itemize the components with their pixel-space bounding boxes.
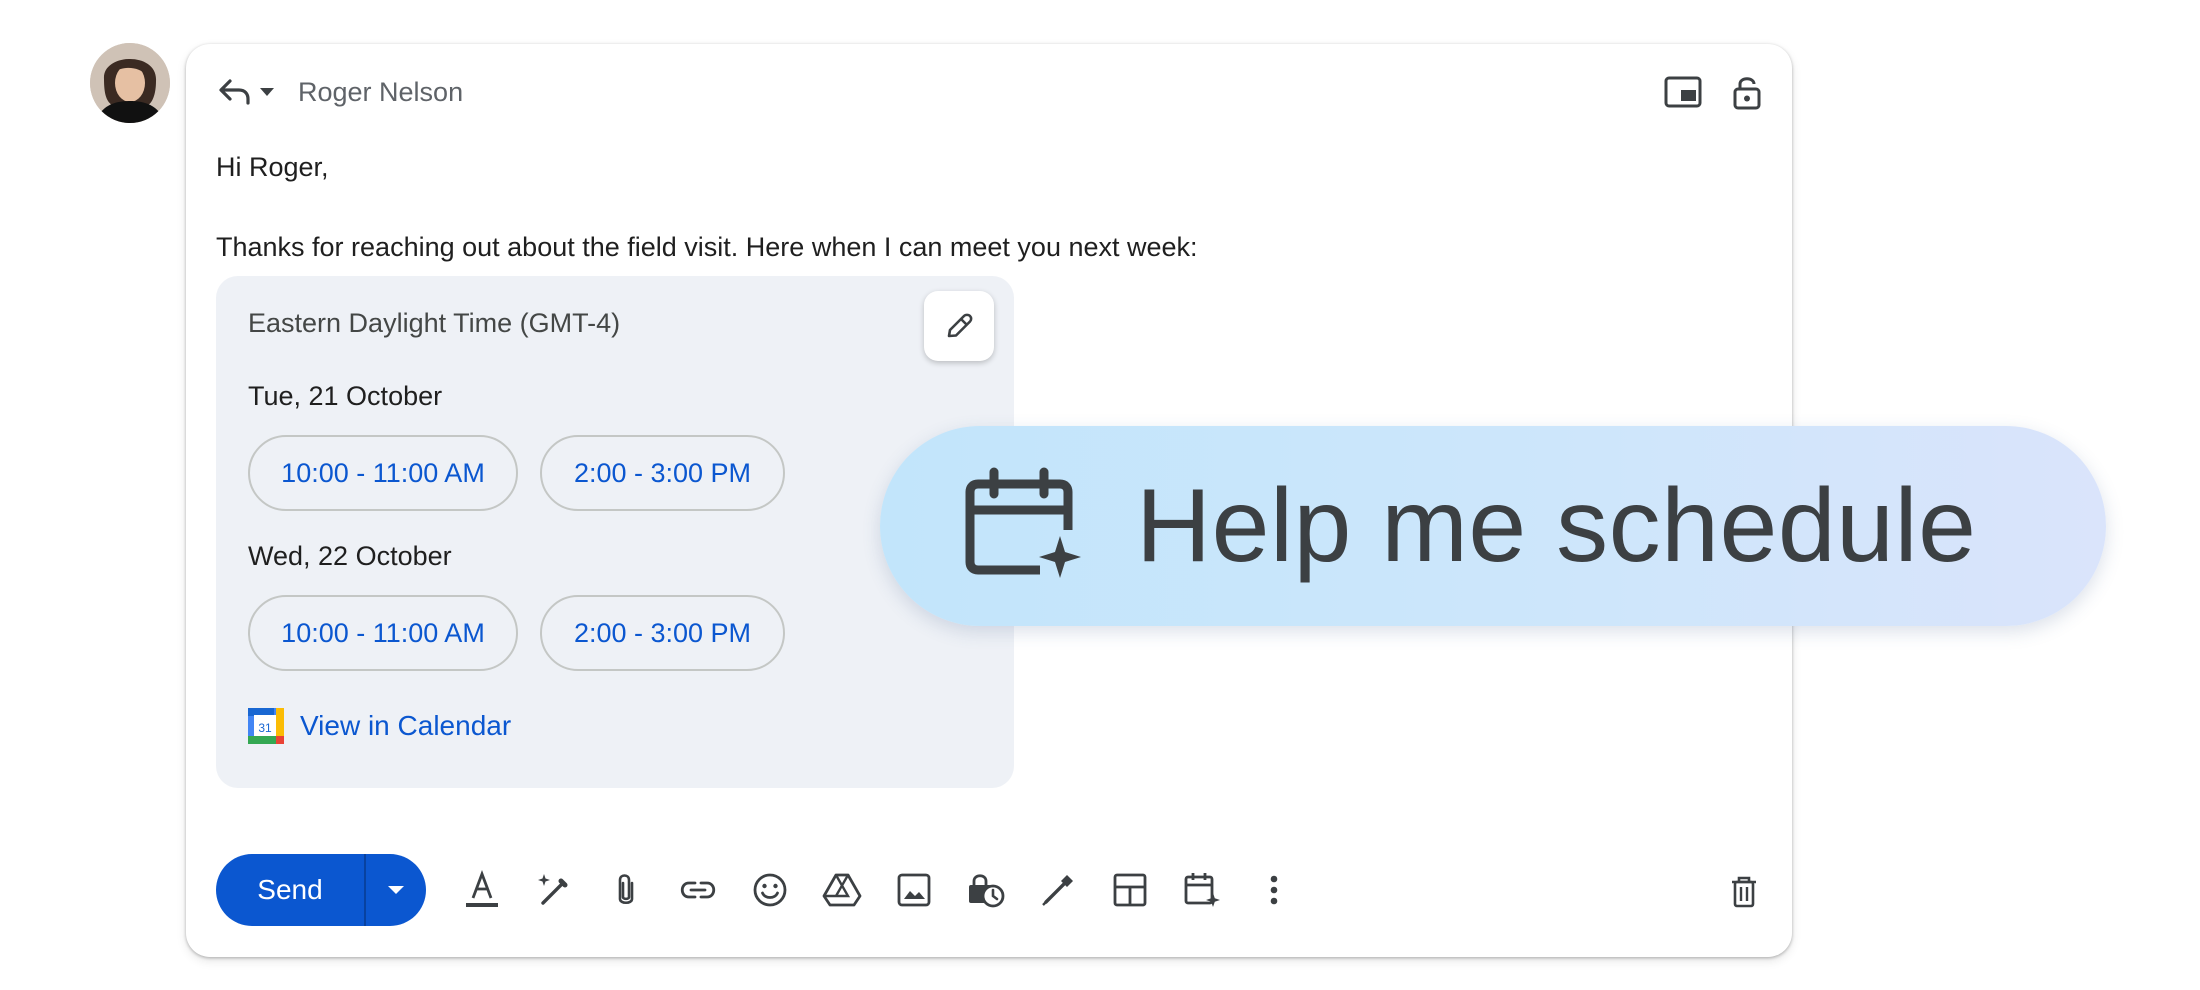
- reply-icon[interactable]: [216, 74, 254, 110]
- discard-draft-icon[interactable]: [1726, 874, 1762, 910]
- time-slot[interactable]: 2:00 - 3:00 PM: [540, 595, 785, 671]
- reply-type-dropdown-icon[interactable]: [256, 74, 278, 110]
- view-in-calendar-label: View in Calendar: [300, 710, 512, 741]
- svg-text:31: 31: [258, 721, 272, 735]
- lock-icon[interactable]: [1732, 74, 1762, 110]
- insert-emoji-icon[interactable]: [734, 854, 806, 926]
- view-in-calendar-link[interactable]: 31 View in Calendar: [248, 708, 511, 744]
- pop-out-icon[interactable]: [1664, 74, 1702, 110]
- timezone-label: Eastern Daylight Time (GMT-4): [248, 308, 621, 338]
- pencil-icon: [947, 313, 973, 338]
- avatar: [90, 43, 170, 123]
- google-calendar-icon: 31: [248, 708, 284, 744]
- time-slot[interactable]: 10:00 - 11:00 AM: [248, 435, 518, 511]
- day-label: Tue, 21 October: [248, 381, 443, 411]
- greeting-text: Hi Roger,: [216, 152, 329, 182]
- formatting-options-icon[interactable]: [446, 854, 518, 926]
- attach-file-icon[interactable]: [590, 854, 662, 926]
- more-options-icon[interactable]: [1238, 854, 1310, 926]
- help-me-schedule-callout: Help me schedule: [880, 426, 2106, 626]
- insert-photo-icon[interactable]: [878, 854, 950, 926]
- chevron-down-icon: [388, 886, 404, 894]
- send-options-button[interactable]: [366, 854, 426, 926]
- callout-label: Help me schedule: [1136, 467, 1977, 584]
- slot-row: 10:00 - 11:00 AM 2:00 - 3:00 PM: [248, 435, 785, 511]
- help-me-write-icon[interactable]: [518, 854, 590, 926]
- insert-drive-icon[interactable]: [806, 854, 878, 926]
- time-slot[interactable]: 2:00 - 3:00 PM: [540, 435, 785, 511]
- slot-row: 10:00 - 11:00 AM 2:00 - 3:00 PM: [248, 595, 785, 671]
- send-button-group: Send: [216, 854, 426, 926]
- send-button[interactable]: Send: [216, 854, 364, 926]
- header-actions: [1664, 74, 1762, 110]
- confidential-mode-icon[interactable]: [950, 854, 1022, 926]
- time-slot[interactable]: 10:00 - 11:00 AM: [248, 595, 518, 671]
- toolbar-tools: [446, 854, 1310, 926]
- compose-toolbar: Send: [216, 854, 1310, 926]
- day-label: Wed, 22 October: [248, 541, 452, 571]
- insert-signature-icon[interactable]: [1022, 854, 1094, 926]
- compose-header: Roger Nelson: [216, 72, 463, 112]
- recipient-name[interactable]: Roger Nelson: [298, 77, 463, 108]
- edit-availability-button[interactable]: [924, 291, 994, 361]
- insert-link-icon[interactable]: [662, 854, 734, 926]
- schedule-icon[interactable]: [1166, 854, 1238, 926]
- layouts-icon[interactable]: [1094, 854, 1166, 926]
- calendar-sparkle-icon: [964, 466, 1084, 586]
- message-text: Thanks for reaching out about the field …: [216, 232, 1198, 262]
